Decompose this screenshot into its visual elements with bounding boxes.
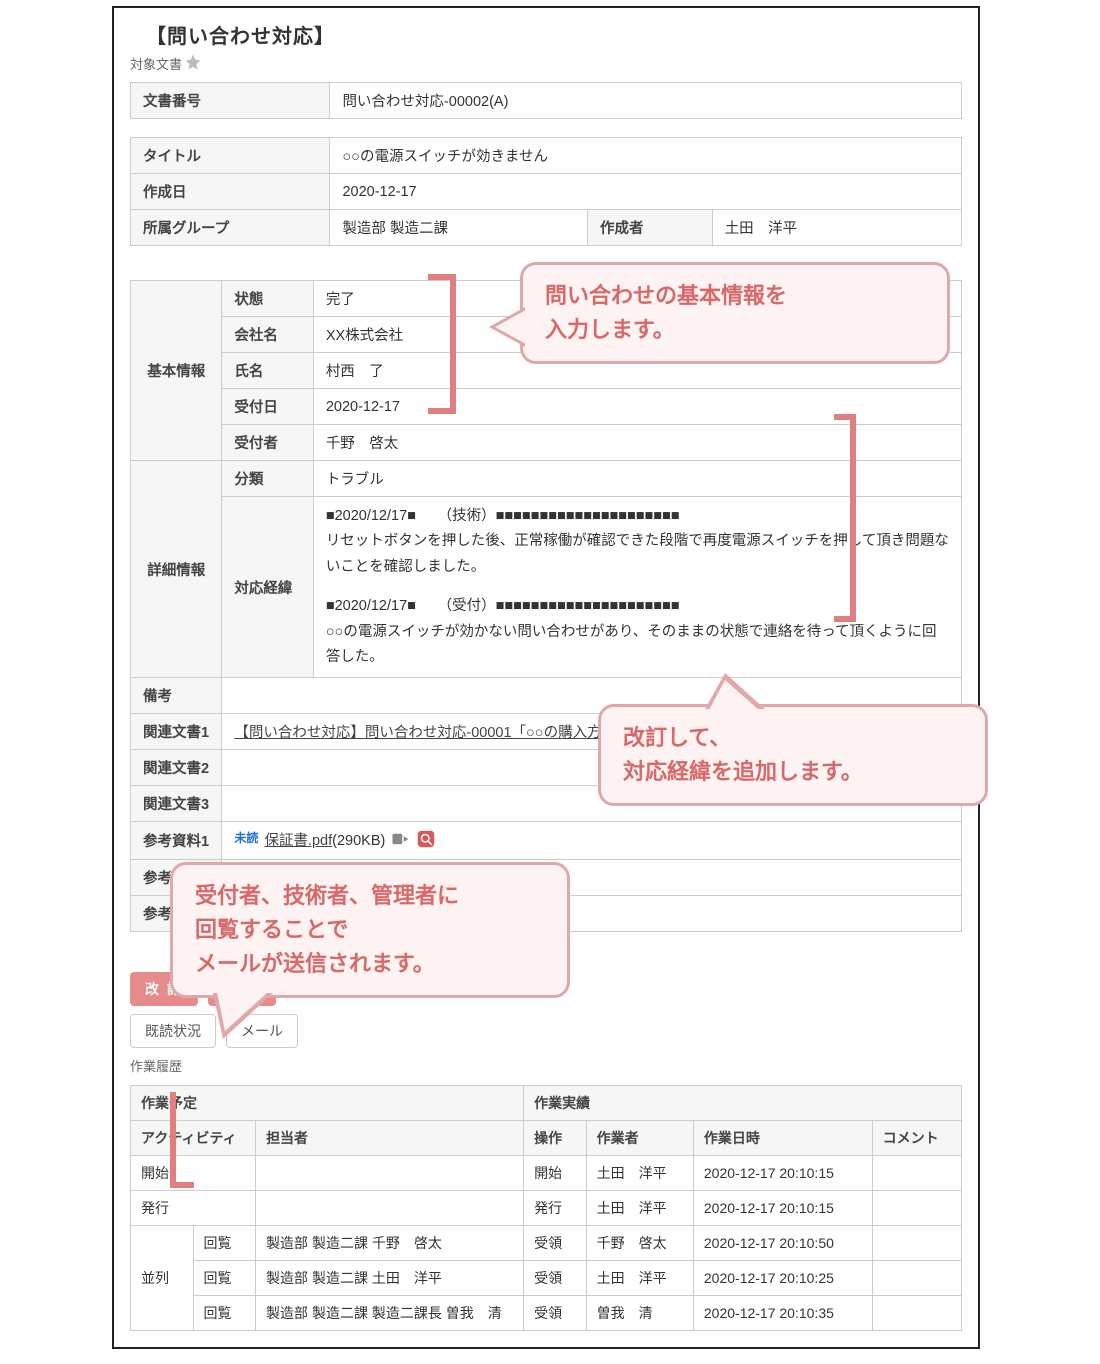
row2-comment <box>872 1226 961 1261</box>
row3-worker: 土田 洋平 <box>586 1261 693 1296</box>
callout-basic-info: 問い合わせの基本情報を 入力します。 <box>520 262 950 364</box>
row1-dt: 2020-12-17 20:10:15 <box>693 1191 872 1226</box>
row4-sub: 回覧 <box>193 1296 256 1331</box>
col-comment: コメント <box>872 1121 961 1156</box>
highlight-bracket-circulation <box>170 1092 194 1188</box>
history-block2-body: ○○の電源スイッチが効かない問い合わせがあり、そのままの状態で連絡を待って頂くよ… <box>326 620 949 671</box>
basic-row-4-label: 受付者 <box>222 425 313 461</box>
col-datetime: 作業日時 <box>693 1121 872 1156</box>
row2-worker: 千野 啓太 <box>586 1226 693 1261</box>
basic-row-3-label: 受付日 <box>222 389 313 425</box>
row0-comment <box>872 1156 961 1191</box>
highlight-bracket-detail <box>834 414 856 622</box>
row4-comment <box>872 1296 961 1331</box>
rel2-label: 関連文書2 <box>131 750 222 786</box>
basic-row-3-value: 2020-12-17 <box>313 389 961 425</box>
doc-number-table: 文書番号 問い合わせ対応-00002(A) <box>130 82 962 119</box>
row0-dt: 2020-12-17 20:10:15 <box>693 1156 872 1191</box>
table-row: 回覧 製造部 製造二課 土田 洋平 受領 土田 洋平 2020-12-17 20… <box>131 1261 962 1296</box>
col-worker: 作業者 <box>586 1121 693 1156</box>
row0-worker: 土田 洋平 <box>586 1156 693 1191</box>
meta-author-value: 土田 洋平 <box>712 210 961 246</box>
preview-icon[interactable] <box>417 830 435 852</box>
table-row: 発行 発行 土田 洋平 2020-12-17 20:10:15 <box>131 1191 962 1226</box>
target-doc-row: 対象文書 <box>130 53 962 74</box>
meta-created-label: 作成日 <box>131 174 330 210</box>
table-row: 回覧 製造部 製造二課 製造二課長 曽我 清 受領 曽我 清 2020-12-1… <box>131 1296 962 1331</box>
row3-assignee: 製造部 製造二課 土田 洋平 <box>256 1261 524 1296</box>
row1-activity: 発行 <box>131 1191 256 1226</box>
page-title: 【問い合わせ対応】 <box>146 20 962 49</box>
callout-revision: 改訂して、 対応経緯を追加します。 <box>598 704 988 806</box>
ref1-size: (290KB) <box>332 833 385 849</box>
ref1-cell: 未読 保証書.pdf(290KB) <box>222 822 962 860</box>
detail-section-label: 詳細情報 <box>131 461 222 678</box>
col-assignee: 担当者 <box>256 1121 524 1156</box>
row1-op: 発行 <box>524 1191 587 1226</box>
row2-op: 受領 <box>524 1226 587 1261</box>
callout1-line2: 入力します。 <box>545 313 925 347</box>
callout3-line1: 受付者、技術者、管理者に <box>195 879 545 913</box>
detail-history-body: ■2020/12/17■ （技術）■■■■■■■■■■■■■■■■■■■■■ リ… <box>313 497 961 678</box>
row1-assignee <box>256 1191 524 1226</box>
table-row: 並列 回覧 製造部 製造二課 千野 啓太 受領 千野 啓太 2020-12-17… <box>131 1226 962 1261</box>
read-status-button[interactable]: 既読状況 <box>130 1014 216 1048</box>
row-parallel-label: 並列 <box>131 1226 194 1331</box>
basic-section-label: 基本情報 <box>131 281 222 461</box>
table-row: 開始 開始 土田 洋平 2020-12-17 20:10:15 <box>131 1156 962 1191</box>
detail-category-value: トラブル <box>313 461 961 497</box>
callout1-line1: 問い合わせの基本情報を <box>545 279 925 313</box>
callout-circulation: 受付者、技術者、管理者に 回覧することで メールが送信されます。 <box>170 862 570 998</box>
callout2-line1: 改訂して、 <box>623 721 963 755</box>
row1-worker: 土田 洋平 <box>586 1191 693 1226</box>
row0-op: 開始 <box>524 1156 587 1191</box>
row4-dt: 2020-12-17 20:10:35 <box>693 1296 872 1331</box>
meta-created-value: 2020-12-17 <box>330 174 962 210</box>
row3-sub: 回覧 <box>193 1261 256 1296</box>
row4-op: 受領 <box>524 1296 587 1331</box>
detail-history-label: 対応経緯 <box>222 497 313 678</box>
row3-dt: 2020-12-17 20:10:25 <box>693 1261 872 1296</box>
work-table: 作業予定 作業実績 アクティビティ 担当者 操作 作業者 作業日時 コメント 開… <box>130 1085 962 1331</box>
document-panel: 【問い合わせ対応】 対象文書 文書番号 問い合わせ対応-00002(A) タイト… <box>112 6 980 1349</box>
download-icon[interactable] <box>391 831 409 851</box>
ref1-file-link[interactable]: 保証書.pdf <box>264 833 332 849</box>
meta-title-value: ○○の電源スイッチが効きません <box>330 138 962 174</box>
ref1-label: 参考資料1 <box>131 822 222 860</box>
row2-sub: 回覧 <box>193 1226 256 1261</box>
meta-table: タイトル ○○の電源スイッチが効きません 作成日 2020-12-17 所属グル… <box>130 137 962 246</box>
callout3-line2: 回覧することで <box>195 913 545 947</box>
basic-row-0-label: 状態 <box>222 281 313 317</box>
notes-label: 備考 <box>131 678 222 714</box>
callout2-line2: 対応経緯を追加します。 <box>623 755 963 789</box>
detail-category-label: 分類 <box>222 461 313 497</box>
meta-group-label: 所属グループ <box>131 210 330 246</box>
basic-row-2-label: 氏名 <box>222 353 313 389</box>
unread-badge: 未読 <box>234 829 258 846</box>
row4-assignee: 製造部 製造二課 製造二課長 曽我 清 <box>256 1296 524 1331</box>
row2-assignee: 製造部 製造二課 千野 啓太 <box>256 1226 524 1261</box>
meta-group-value: 製造部 製造二課 <box>330 210 588 246</box>
callout3-line3: メールが送信されます。 <box>195 947 545 981</box>
basic-row-4-value: 千野 啓太 <box>313 425 961 461</box>
star-icon[interactable] <box>184 53 202 74</box>
target-doc-label: 対象文書 <box>130 54 182 73</box>
col-op: 操作 <box>524 1121 587 1156</box>
rel3-label: 関連文書3 <box>131 786 222 822</box>
row4-worker: 曽我 清 <box>586 1296 693 1331</box>
row2-dt: 2020-12-17 20:10:50 <box>693 1226 872 1261</box>
meta-title-label: タイトル <box>131 138 330 174</box>
rel1-label: 関連文書1 <box>131 714 222 750</box>
row1-comment <box>872 1191 961 1226</box>
work-history-label: 作業履歴 <box>130 1056 962 1075</box>
basic-row-1-label: 会社名 <box>222 317 313 353</box>
row3-op: 受領 <box>524 1261 587 1296</box>
highlight-bracket-basic <box>428 274 456 414</box>
row3-comment <box>872 1261 961 1296</box>
meta-author-label: 作成者 <box>588 210 713 246</box>
doc-no-value: 問い合わせ対応-00002(A) <box>330 83 962 119</box>
row0-assignee <box>256 1156 524 1191</box>
doc-no-label: 文書番号 <box>131 83 330 119</box>
work-result-header: 作業実績 <box>524 1086 962 1121</box>
